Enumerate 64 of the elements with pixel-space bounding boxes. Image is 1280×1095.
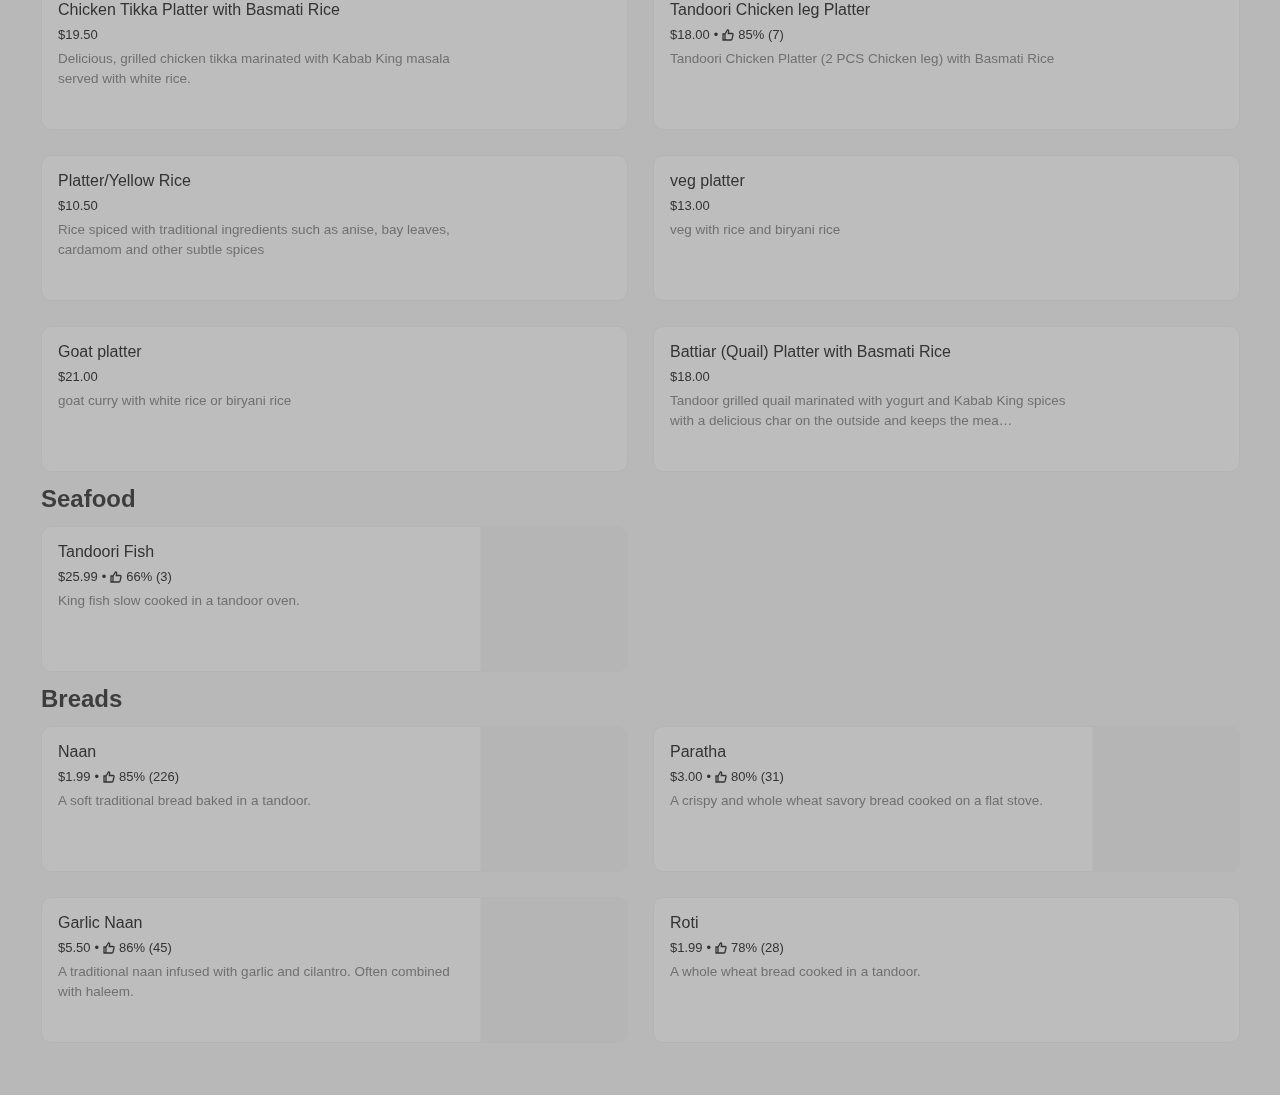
item-rating: 85% (226): [119, 768, 180, 786]
item-name: veg platter: [670, 171, 746, 191]
item-price: $19.50: [58, 26, 98, 44]
item-price: $18.00: [670, 368, 710, 386]
item-price: $3.00: [670, 768, 703, 786]
separator-dot: •: [101, 568, 107, 586]
item-description: A crispy and whole wheat savory bread cooked on a flat stove.: [670, 792, 1044, 810]
item-price: $21.00: [58, 368, 98, 386]
separator-dot: •: [706, 768, 712, 786]
item-name: Garlic Naan: [58, 913, 144, 933]
thumbs-up-icon: [715, 771, 728, 783]
item-price: $13.00: [670, 197, 710, 215]
menu-item-card[interactable]: Goat platter $21.00 goat curry with white rice or biryani rice: [41, 326, 628, 472]
item-description: goat curry with white rice or biryani rice: [58, 392, 293, 410]
item-description: veg with rice and biryani rice: [670, 221, 842, 239]
menu-item-card[interactable]: Chicken Tikka Platter with Basmati Rice $19.50 Delicious, grilled chicken tikka marinated with Kabab King masala served with white rice.: [41, 0, 628, 130]
menu-item-card[interactable]: veg platter $13.00 veg with rice and biryani rice: [653, 155, 1240, 301]
item-price: $18.00: [670, 26, 710, 44]
item-description: A soft traditional bread baked in a tandoor.: [58, 792, 312, 810]
thumbs-up-icon: [103, 771, 116, 783]
separator-dot: •: [94, 768, 100, 786]
item-rating: 66% (3): [126, 568, 172, 586]
item-description: King fish slow cooked in a tandoor oven.: [58, 592, 301, 610]
item-price: $10.50: [58, 197, 98, 215]
item-name: Goat platter: [58, 342, 143, 362]
separator-dot: •: [706, 939, 712, 957]
menu-item-card[interactable]: Paratha $3.00 • 80% (31) A crispy and whole wheat savory bread cooked on a flat stove.: [653, 726, 1240, 872]
menu-item-card[interactable]: Naan $1.99 • 85% (226) A soft traditional bread baked in a tandoor.: [41, 726, 628, 872]
item-name: Platter/Yellow Rice: [58, 171, 192, 191]
item-description: Tandoori Chicken Platter (2 PCS Chicken leg) with Basmati Rice: [670, 50, 1056, 68]
menu-item-card[interactable]: Garlic Naan $5.50 • 86% (45) A traditional naan infused with garlic and cilantro. Often combined with haleem.: [41, 897, 628, 1043]
item-name: Chicken Tikka Platter with Basmati Rice: [58, 0, 341, 20]
separator-dot: •: [94, 939, 100, 957]
item-description: Delicious, grilled chicken tikka marinated with Kabab King masala served with white rice.: [58, 50, 451, 88]
item-price: $25.99: [58, 568, 98, 586]
item-name: Tandoori Fish: [58, 542, 156, 562]
item-description: Rice spiced with traditional ingredients such as anise, bay leaves, cardamom and other subtle spices: [58, 221, 451, 259]
menu-item-card[interactable]: Battiar (Quail) Platter with Basmati Rice $18.00 Tandoor grilled quail marinated with yogurt and Kabab King spices with a delicious char on the outside and keeps the mea…: [653, 326, 1240, 472]
menu-item-card[interactable]: Tandoori Chicken leg Platter $18.00 • 85% (7) Tandoori Chicken Platter (2 PCS Chicken leg) with Basmati Rice: [653, 0, 1240, 130]
section-heading: Seafood: [41, 484, 137, 514]
thumbs-up-icon: [103, 942, 116, 954]
item-rating: 78% (28): [731, 939, 784, 957]
menu-item-card[interactable]: Roti $1.99 • 78% (28) A whole wheat bread cooked in a tandoor.: [653, 897, 1240, 1043]
item-description: A traditional naan infused with garlic and cilantro. Often combined with haleem.: [58, 963, 451, 1001]
item-name: Tandoori Chicken leg Platter: [670, 0, 872, 20]
item-description: A whole wheat bread cooked in a tandoor.: [670, 963, 922, 981]
item-description: Tandoor grilled quail marinated with yogurt and Kabab King spices with a delicious char on the outside and keeps the mea…: [670, 392, 1067, 430]
item-name: Roti: [670, 913, 700, 933]
item-price: $5.50: [58, 939, 91, 957]
item-name: Naan: [58, 742, 98, 762]
item-price: $1.99: [58, 768, 91, 786]
item-name: Battiar (Quail) Platter with Basmati Rice: [670, 342, 952, 362]
thumbs-up-icon: [715, 942, 728, 954]
thumbs-up-icon: [722, 29, 735, 41]
item-price: $1.99: [670, 939, 703, 957]
menu-item-card[interactable]: Platter/Yellow Rice $10.50 Rice spiced with traditional ingredients such as anise, bay leaves, cardamom and other subtle spices: [41, 155, 628, 301]
item-rating: 80% (31): [731, 768, 784, 786]
item-name: Paratha: [670, 742, 728, 762]
menu-item-card[interactable]: Tandoori Fish $25.99 • 66% (3) King fish slow cooked in a tandoor oven.: [41, 526, 628, 672]
section-heading: Breads: [41, 684, 124, 714]
thumbs-up-icon: [110, 571, 123, 583]
item-rating: 86% (45): [119, 939, 172, 957]
separator-dot: •: [713, 26, 719, 44]
item-rating: 85% (7): [738, 26, 784, 44]
